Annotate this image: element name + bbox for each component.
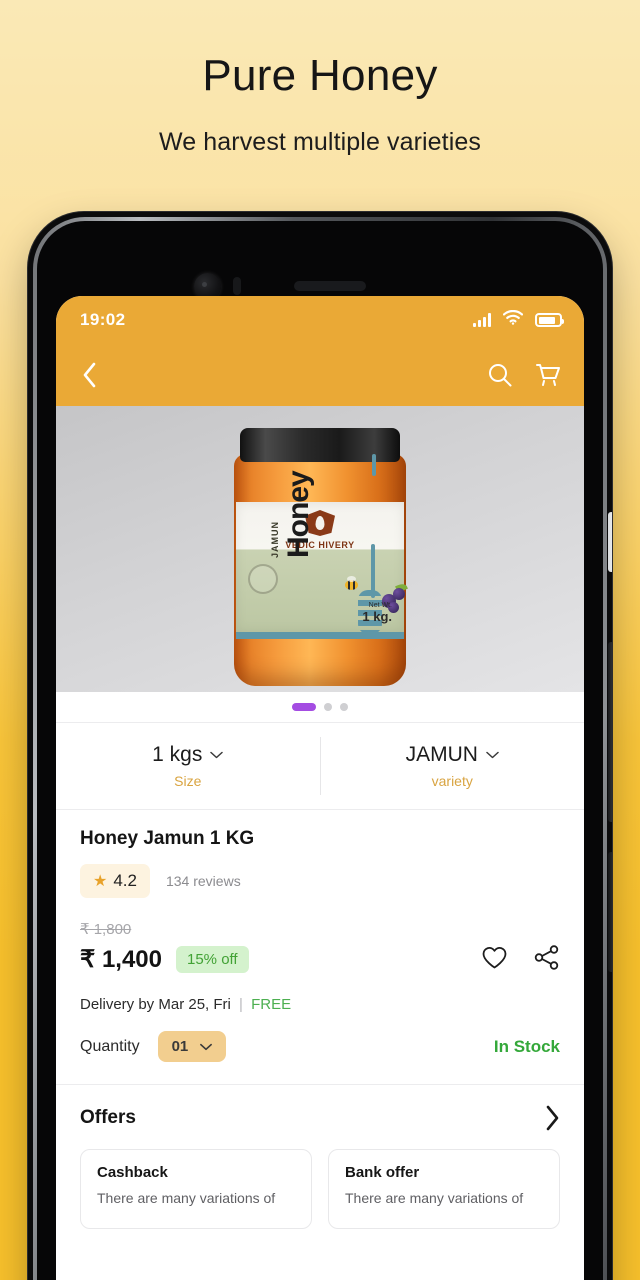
rating-badge[interactable]: ★ 4.2 [80, 864, 150, 898]
proximity-sensor-icon [233, 277, 241, 295]
promo-header: Pure Honey We harvest multiple varieties [0, 0, 640, 157]
phone-side-button-silver[interactable] [608, 512, 612, 572]
phone-power-button[interactable] [608, 852, 612, 972]
variety-selector[interactable]: JAMUN variety [321, 723, 585, 809]
chevron-right-icon[interactable] [545, 1105, 560, 1131]
chevron-down-icon [486, 751, 499, 759]
offer-card-cashback[interactable]: Cashback There are many variations of [80, 1149, 312, 1229]
page-subtitle: We harvest multiple varieties [0, 128, 640, 157]
signal-bars-icon [473, 313, 491, 327]
jar-lid [240, 428, 400, 462]
carousel-dot[interactable] [340, 703, 348, 711]
search-icon[interactable] [487, 362, 513, 388]
certification-seal-icon [248, 564, 278, 594]
price-current: ₹ 1,400 [80, 945, 162, 974]
size-selector-value: 1 kgs [152, 743, 202, 767]
shopping-cart-icon[interactable] [535, 362, 562, 388]
battery-icon [535, 313, 562, 327]
size-selector-caption: Size [174, 773, 201, 789]
phone-mockup: 19:02 [28, 212, 612, 1280]
quantity-group: Quantity 01 [80, 1031, 226, 1062]
phone-volume-button[interactable] [608, 642, 612, 822]
size-selector[interactable]: 1 kgs Size [56, 723, 320, 809]
back-button[interactable] [82, 362, 98, 388]
wifi-icon [503, 310, 523, 330]
price-current-row: ₹ 1,400 15% off [80, 945, 249, 974]
brand-name: VEDIC HIVERY [236, 540, 404, 550]
price-block: ₹ 1,800 ₹ 1,400 15% off [80, 920, 560, 974]
rating-value: 4.2 [113, 871, 137, 891]
jar-label: VEDIC HIVERY JAMUN Honey Net Wt. 1 kg. [236, 502, 404, 632]
variety-selector-value: JAMUN [406, 743, 478, 767]
offer-card-title: Bank offer [345, 1164, 543, 1181]
label-variety: JAMUN [270, 521, 280, 558]
net-weight: Net Wt. 1 kg. [362, 602, 392, 624]
price-values: ₹ 1,800 ₹ 1,400 15% off [80, 920, 249, 974]
status-time: 19:02 [80, 310, 125, 330]
quantity-row: Quantity 01 In Stock [80, 1031, 560, 1062]
variant-selectors: 1 kgs Size JAMUN variety [56, 723, 584, 809]
delivery-free-label: FREE [251, 996, 291, 1013]
discount-badge: 15% off [176, 946, 249, 973]
reviews-count[interactable]: 134 reviews [166, 873, 241, 889]
product-info: Honey Jamun 1 KG ★ 4.2 134 reviews ₹ 1,8… [56, 810, 584, 1062]
status-bar: 19:02 [56, 296, 584, 344]
honey-jar-illustration: VEDIC HIVERY JAMUN Honey Net Wt. 1 kg. [234, 428, 406, 686]
chevron-down-icon [200, 1043, 212, 1051]
price-original: ₹ 1,800 [80, 920, 249, 938]
label-honey-word: Honey [282, 471, 316, 558]
carousel-dot-active[interactable] [292, 703, 316, 711]
rating-row: ★ 4.2 134 reviews [80, 864, 560, 898]
delivery-info: Delivery by Mar 25, Fri | FREE [80, 996, 560, 1013]
offers-title: Offers [80, 1107, 136, 1129]
delivery-date: Delivery by Mar 25, Fri [80, 996, 231, 1013]
offer-card-description: There are many variations of [97, 1189, 295, 1208]
status-badge: In Stock [494, 1037, 560, 1057]
variety-selector-caption: variety [432, 773, 473, 789]
product-actions [481, 945, 560, 974]
product-image[interactable]: VEDIC HIVERY JAMUN Honey Net Wt. 1 kg. [56, 406, 584, 692]
offer-card-title: Cashback [97, 1164, 295, 1181]
app-bar-actions [487, 362, 562, 388]
offer-card-description: There are many variations of [345, 1189, 543, 1208]
heart-icon[interactable] [481, 945, 508, 970]
carousel-dots[interactable] [56, 692, 584, 722]
share-icon[interactable] [534, 945, 560, 970]
product-title: Honey Jamun 1 KG [80, 828, 560, 850]
honey-drip [372, 454, 376, 476]
quantity-stepper[interactable]: 01 [158, 1031, 227, 1062]
honey-dipper-icon [368, 544, 378, 640]
bee-icon [345, 580, 358, 590]
offer-cards: Cashback There are many variations of Ba… [56, 1131, 584, 1229]
app-bar [56, 344, 584, 406]
net-weight-label: Net Wt. [369, 602, 392, 609]
net-weight-value: 1 kg. [362, 610, 392, 624]
offers-header[interactable]: Offers [56, 1085, 584, 1131]
variety-selector-value-wrap: JAMUN [406, 743, 499, 767]
quantity-value: 01 [172, 1038, 189, 1055]
star-icon: ★ [93, 871, 107, 891]
page-title: Pure Honey [0, 52, 640, 100]
chevron-down-icon [210, 751, 223, 759]
phone-screen: 19:02 [56, 296, 584, 1280]
offer-card-bank-offer[interactable]: Bank offer There are many variations of [328, 1149, 560, 1229]
quantity-label: Quantity [80, 1038, 140, 1056]
carousel-dot[interactable] [324, 703, 332, 711]
size-selector-value-wrap: 1 kgs [152, 743, 223, 767]
delivery-separator: | [239, 996, 243, 1013]
status-icons [473, 310, 562, 330]
earpiece-speaker-icon [294, 281, 366, 291]
